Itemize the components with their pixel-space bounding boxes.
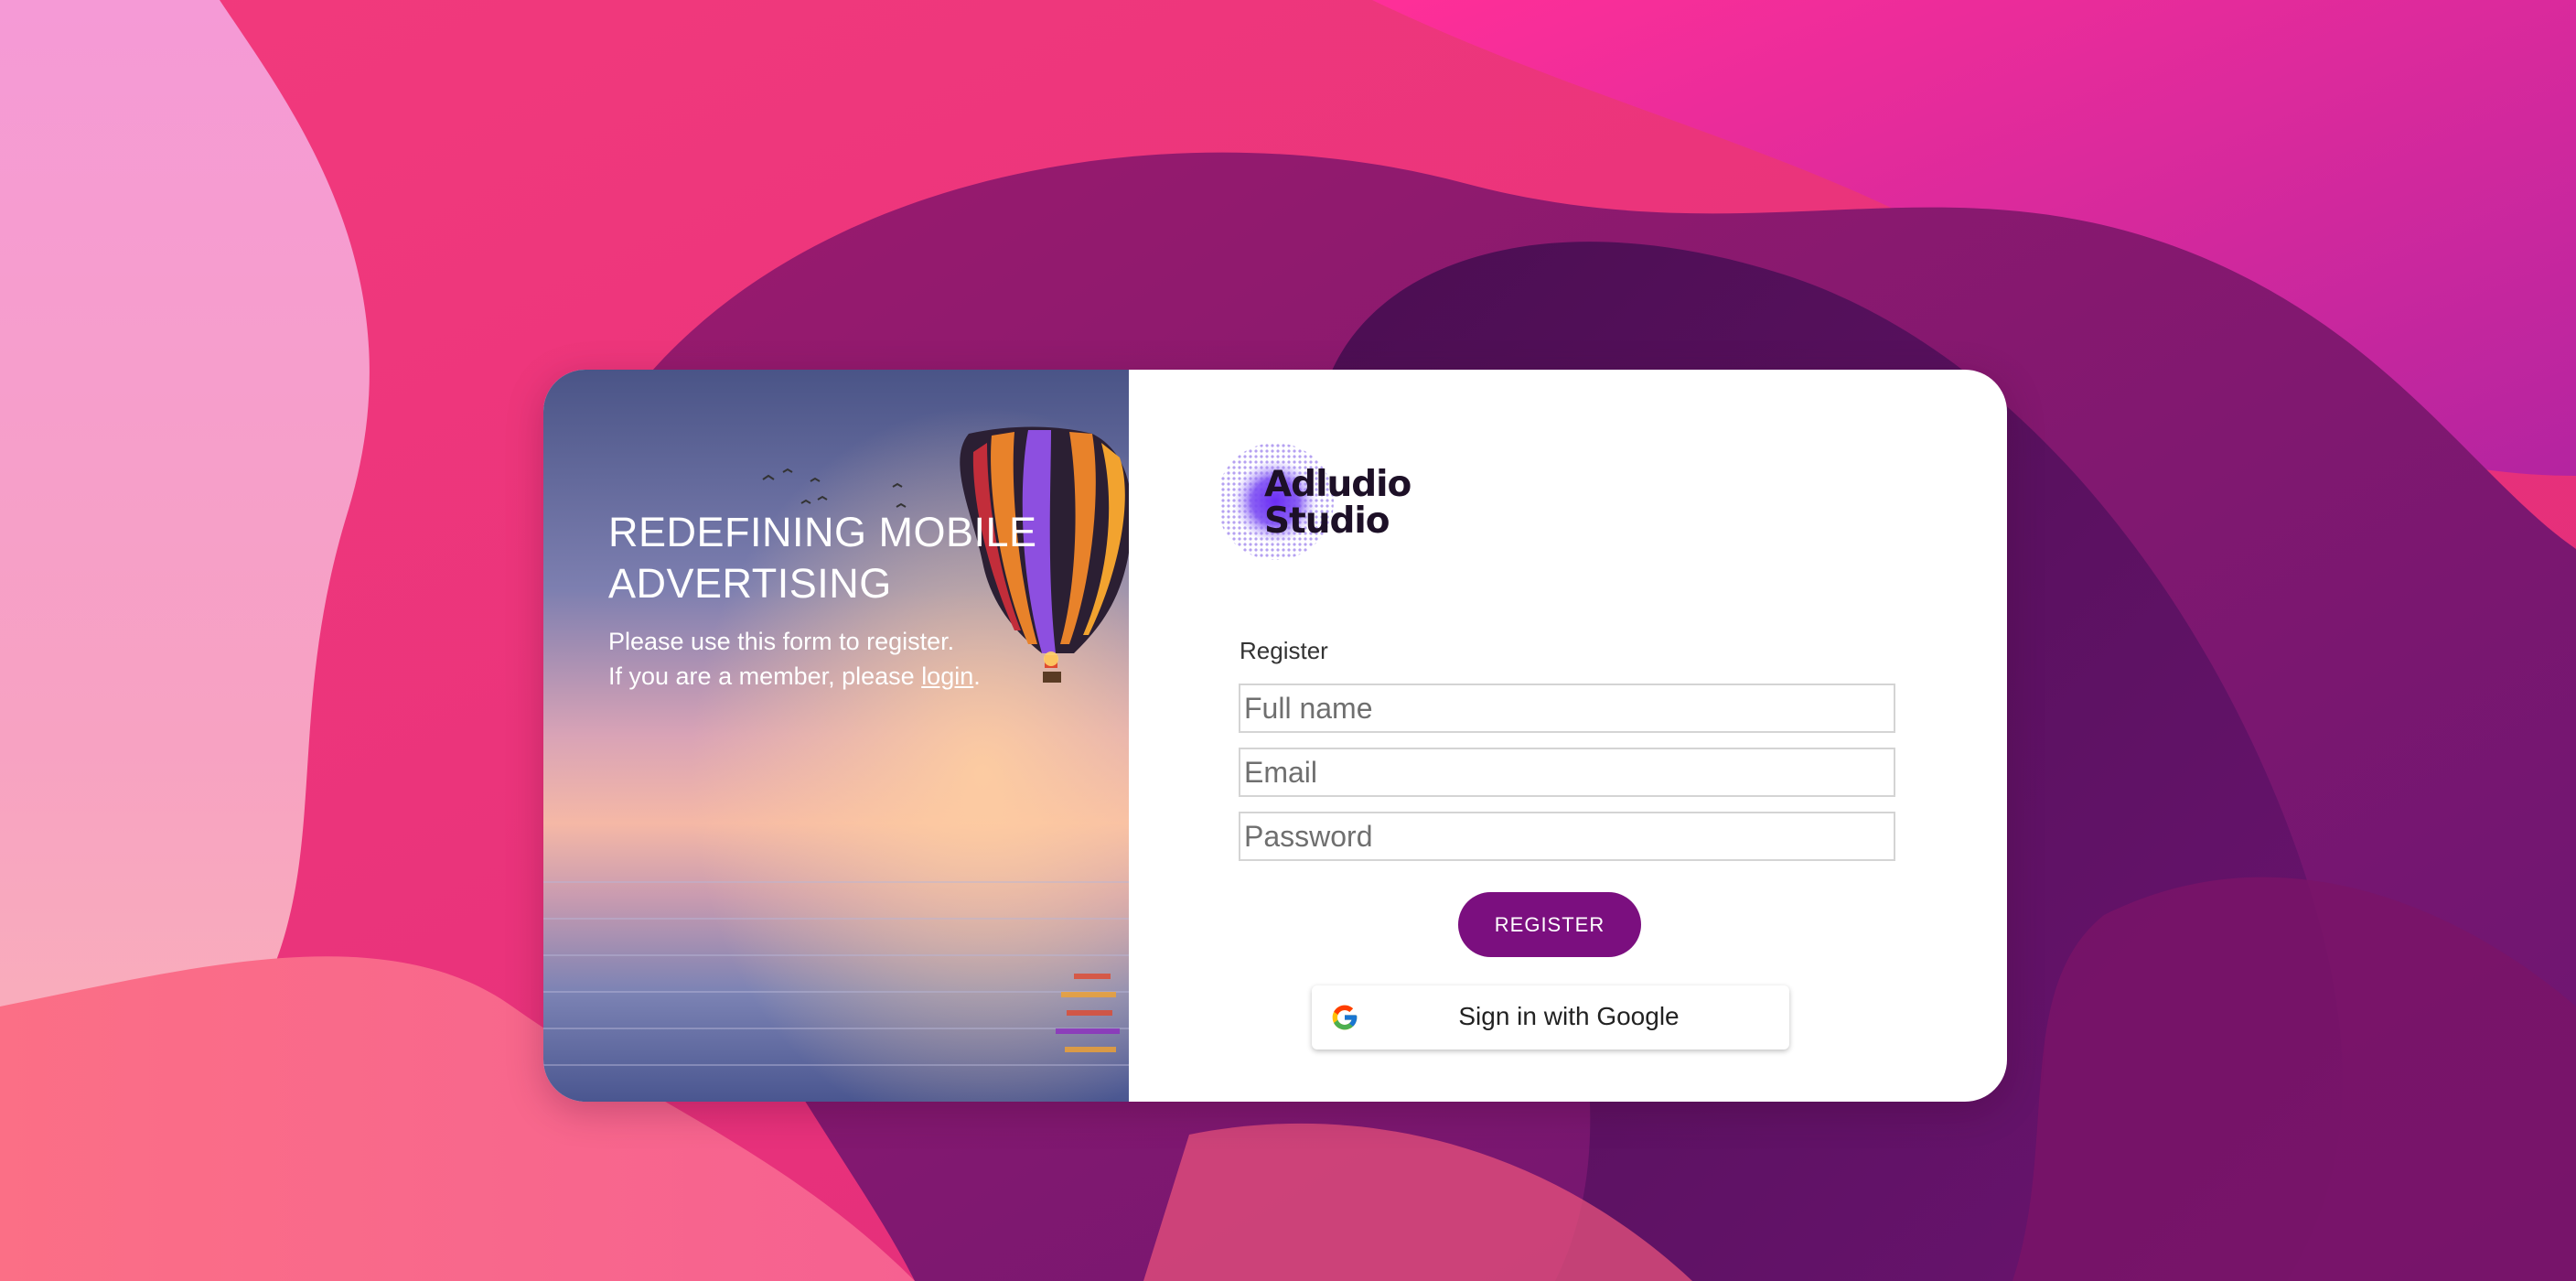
hero-subtitle: Please use this form to register. If you… (608, 624, 1084, 694)
brand-logo-text: Adludio Studio (1264, 467, 1420, 540)
hero-subtitle-prefix: If you are a member, please (608, 662, 922, 690)
hero-subtitle-suffix: . (973, 662, 981, 690)
google-signin-label: Sign in with Google (1458, 1002, 1680, 1030)
register-form-panel: Adludio Studio Register REGISTER Sign in… (1129, 370, 2007, 1102)
register-button[interactable]: REGISTER (1458, 892, 1641, 957)
hero-panel: REDEFINING MOBILE ADVERTISING Please use… (543, 370, 1129, 1102)
brand-logo: Adludio Studio (1220, 443, 1422, 562)
google-signin-button[interactable]: Sign in with Google (1312, 985, 1789, 1050)
hero-subtitle-line2: If you are a member, please login. (608, 659, 1084, 694)
hot-air-balloon-over-sea-image (543, 370, 1129, 1102)
register-card: REDEFINING MOBILE ADVERTISING Please use… (543, 370, 2007, 1102)
password-input[interactable] (1239, 812, 1895, 861)
hero-subtitle-line1: Please use this form to register. (608, 628, 955, 655)
hero-title: REDEFINING MOBILE ADVERTISING (608, 509, 1037, 607)
email-input[interactable] (1239, 748, 1895, 797)
full-name-input[interactable] (1239, 684, 1895, 733)
brand-name: Adludio Studio (1264, 464, 1411, 542)
form-label-register: Register (1240, 637, 1328, 664)
hero-text: REDEFINING MOBILE ADVERTISING Please use… (608, 507, 1084, 694)
login-link[interactable]: login (921, 662, 973, 690)
